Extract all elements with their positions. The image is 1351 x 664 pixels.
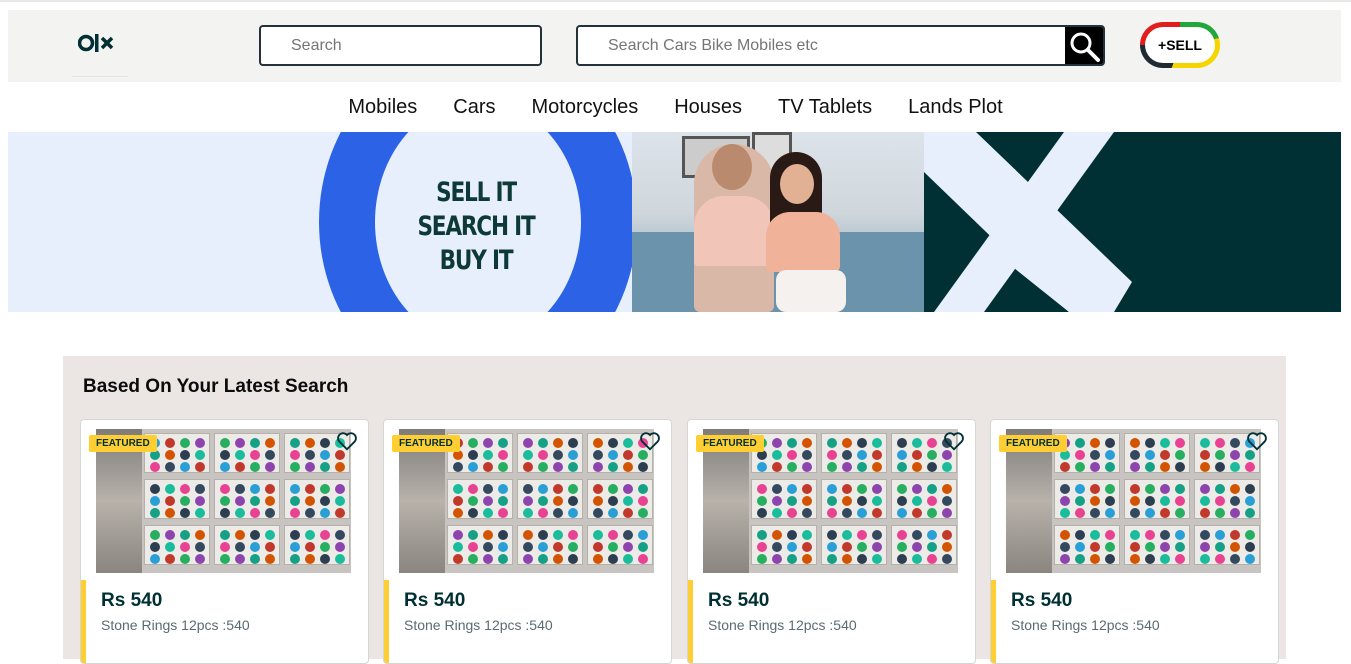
category-motorcycles[interactable]: Motorcycles [532, 92, 639, 124]
person-woman [766, 152, 846, 312]
listing-price: Rs 540 [1011, 590, 1073, 611]
category-tv-tablets[interactable]: TV Tablets [778, 92, 872, 124]
heart-icon[interactable] [1246, 430, 1268, 452]
listing-card[interactable]: FEATURED Rs 540 Stone Rings 12pcs :540 [990, 419, 1279, 664]
sell-button[interactable]: +SELL [1140, 22, 1220, 68]
section-title: Based On Your Latest Search [83, 376, 349, 397]
banner-line-buy: BUY IT [439, 245, 514, 276]
header-bar: +SELL [8, 10, 1341, 82]
location-search-field[interactable] [259, 25, 542, 66]
listing-title: Stone Rings 12pcs :540 [404, 617, 553, 633]
hero-banner[interactable]: SELL IT SEARCH IT BUY IT [8, 132, 1341, 312]
category-nav: Mobiles Cars Motorcycles Houses TV Table… [0, 92, 1351, 124]
olx-logo-icon[interactable] [78, 30, 128, 56]
search-input[interactable] [578, 27, 1103, 64]
category-cars[interactable]: Cars [453, 92, 495, 124]
location-input[interactable] [261, 27, 540, 64]
banner-photo [632, 132, 924, 312]
listing-card[interactable]: FEATURED Rs 540 Stone Rings 12pcs :540 [80, 419, 369, 664]
search-icon [1070, 32, 1100, 62]
listing-price: Rs 540 [708, 590, 770, 611]
featured-badge: FEATURED [89, 435, 157, 452]
logo-underline [72, 76, 128, 77]
search-button[interactable] [1065, 27, 1103, 64]
heart-icon[interactable] [336, 430, 358, 452]
category-lands-plot[interactable]: Lands Plot [908, 92, 1003, 124]
listing-card[interactable]: FEATURED Rs 540 Stone Rings 12pcs :540 [687, 419, 976, 664]
heart-icon[interactable] [639, 430, 661, 452]
latest-search-section: Based On Your Latest Search FEATURED Rs … [63, 356, 1286, 664]
banner-line-search: SEARCH IT [417, 211, 535, 242]
card-accent [688, 580, 693, 663]
listing-card[interactable]: FEATURED Rs 540 Stone Rings 12pcs :540 [383, 419, 672, 664]
featured-badge: FEATURED [999, 435, 1067, 452]
sell-button-label: +SELL [1145, 27, 1215, 63]
category-houses[interactable]: Houses [674, 92, 742, 124]
listing-price: Rs 540 [404, 590, 466, 611]
banner-x-panel [924, 132, 1341, 312]
person-man [694, 144, 774, 312]
card-accent [991, 580, 996, 663]
banner-tagline: SELL IT SEARCH IT BUY IT [396, 176, 556, 278]
card-accent [81, 580, 86, 663]
card-accent [384, 580, 389, 663]
category-mobiles[interactable]: Mobiles [348, 92, 417, 124]
featured-badge: FEATURED [392, 435, 460, 452]
top-divider [0, 0, 1351, 2]
listing-title: Stone Rings 12pcs :540 [1011, 617, 1160, 633]
main-search-field[interactable] [576, 25, 1105, 66]
heart-icon[interactable] [943, 430, 965, 452]
listing-title: Stone Rings 12pcs :540 [708, 617, 857, 633]
banner-line-sell: SELL IT [436, 177, 517, 208]
featured-badge: FEATURED [696, 435, 764, 452]
listing-price: Rs 540 [101, 590, 163, 611]
listing-title: Stone Rings 12pcs :540 [101, 617, 250, 633]
